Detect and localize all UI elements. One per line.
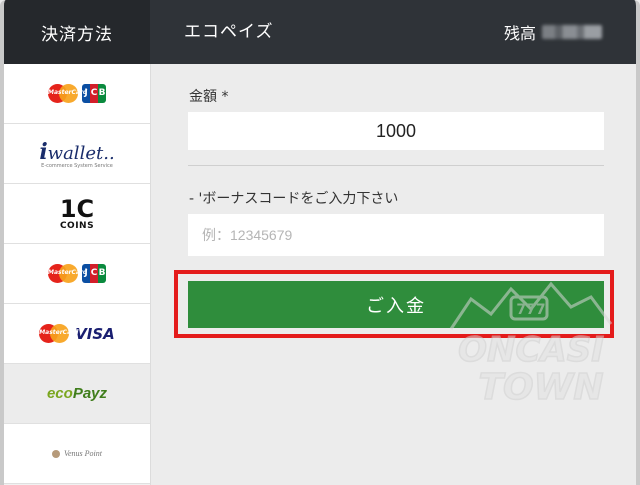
balance: 残高: [504, 0, 602, 64]
venuspoint-icon: Venus Point: [52, 449, 102, 458]
sidebar-item-mastercard-visa[interactable]: MasterCard VISA: [4, 304, 150, 364]
sidebar-item-ecopayz[interactable]: ecoPayz: [4, 364, 150, 424]
bonus-code-input[interactable]: [188, 214, 604, 256]
payment-method-sidebar: MasterCard JCB iwallet.. E-commerce Syst…: [4, 64, 151, 485]
divider: [188, 165, 604, 166]
mastercard-jcb-icon: MasterCard JCB: [48, 84, 106, 103]
payment-method-label: 決済方法: [4, 0, 150, 64]
sidebar-item-iwallet[interactable]: iwallet.. E-commerce System Service: [4, 124, 150, 184]
header: 決済方法 エコペイズ 残高: [4, 0, 636, 64]
balance-label: 残高: [503, 24, 536, 43]
ecopayz-icon: ecoPayz: [46, 385, 108, 402]
sidebar-item-mastercard-jcb[interactable]: MasterCard JCB: [4, 64, 150, 124]
coins-icon: 1C COINS: [59, 194, 95, 231]
amount-label: 金額 *: [189, 89, 229, 105]
page-title: エコペイズ: [184, 22, 274, 42]
highlight-annotation: [174, 270, 614, 338]
sidebar-item-venuspoint[interactable]: Venus Point: [4, 424, 150, 484]
bonus-code-label: - 'ボーナスコードをご入力下さい: [189, 191, 399, 207]
deposit-form: 金額 * - 'ボーナスコードをご入力下さい ご入金 777 ONCASI TO…: [151, 64, 636, 485]
balance-value-masked: [542, 25, 602, 39]
sidebar-item-mastercard-jcb-2[interactable]: MasterCard JCB: [4, 244, 150, 304]
sidebar-item-coins[interactable]: 1C COINS: [4, 184, 150, 244]
amount-input[interactable]: [188, 112, 604, 150]
payment-window: 決済方法 エコペイズ 残高 MasterCard JCB iwallet.. E…: [0, 0, 640, 485]
mastercard-visa-icon: MasterCard VISA: [39, 324, 115, 343]
watermark-line2: TOWN: [479, 367, 604, 408]
mastercard-jcb-icon: MasterCard JCB: [48, 264, 106, 283]
iwallet-icon: iwallet.. E-commerce System Service: [39, 138, 115, 169]
